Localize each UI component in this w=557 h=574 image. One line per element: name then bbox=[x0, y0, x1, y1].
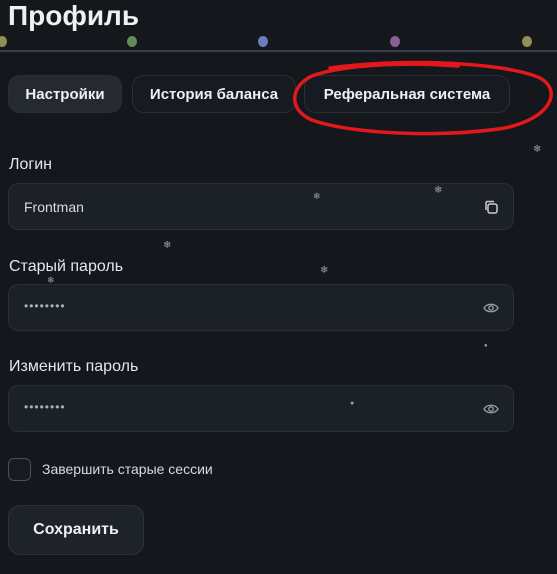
snowflake-icon: ❄ bbox=[320, 265, 329, 276]
garland-bulb bbox=[258, 36, 268, 47]
login-value: Frontman bbox=[24, 199, 84, 215]
tab-balance-history[interactable]: История баланса bbox=[132, 75, 296, 113]
old-password-label: Старый пароль bbox=[9, 258, 124, 275]
copy-icon[interactable] bbox=[483, 199, 499, 215]
garland-decoration bbox=[0, 50, 557, 52]
page-title: Профиль bbox=[8, 0, 140, 31]
end-sessions-label[interactable]: Завершить старые сессии bbox=[42, 461, 213, 477]
snowflake-icon: ❄ bbox=[434, 185, 443, 196]
garland-bulb bbox=[522, 36, 532, 47]
eye-icon[interactable] bbox=[483, 300, 499, 316]
garland-bulb bbox=[390, 36, 400, 47]
old-password-field[interactable]: •••••••• bbox=[8, 284, 514, 331]
snowflake-icon: ❄ bbox=[313, 191, 321, 201]
eye-icon[interactable] bbox=[483, 401, 499, 417]
end-sessions-checkbox[interactable] bbox=[8, 458, 31, 481]
login-label: Логин bbox=[9, 156, 53, 173]
garland-bulb bbox=[127, 36, 137, 47]
snowflake-icon: ● bbox=[350, 400, 355, 407]
garland-bulb bbox=[0, 36, 7, 47]
new-password-value: •••••••• bbox=[24, 400, 66, 414]
snowflake-icon: ❄ bbox=[163, 240, 172, 251]
snowflake-icon: ❄ bbox=[47, 275, 55, 285]
old-password-value: •••••••• bbox=[24, 299, 66, 313]
tab-settings[interactable]: Настройки bbox=[8, 75, 122, 113]
save-button[interactable]: Сохранить bbox=[8, 505, 144, 555]
tab-referral-system[interactable]: Реферальная система bbox=[304, 75, 510, 113]
snowflake-icon: ● bbox=[484, 343, 488, 349]
new-password-label: Изменить пароль bbox=[9, 358, 139, 375]
snowflake-icon: ❄ bbox=[533, 144, 542, 155]
new-password-field[interactable]: •••••••• bbox=[8, 385, 514, 432]
